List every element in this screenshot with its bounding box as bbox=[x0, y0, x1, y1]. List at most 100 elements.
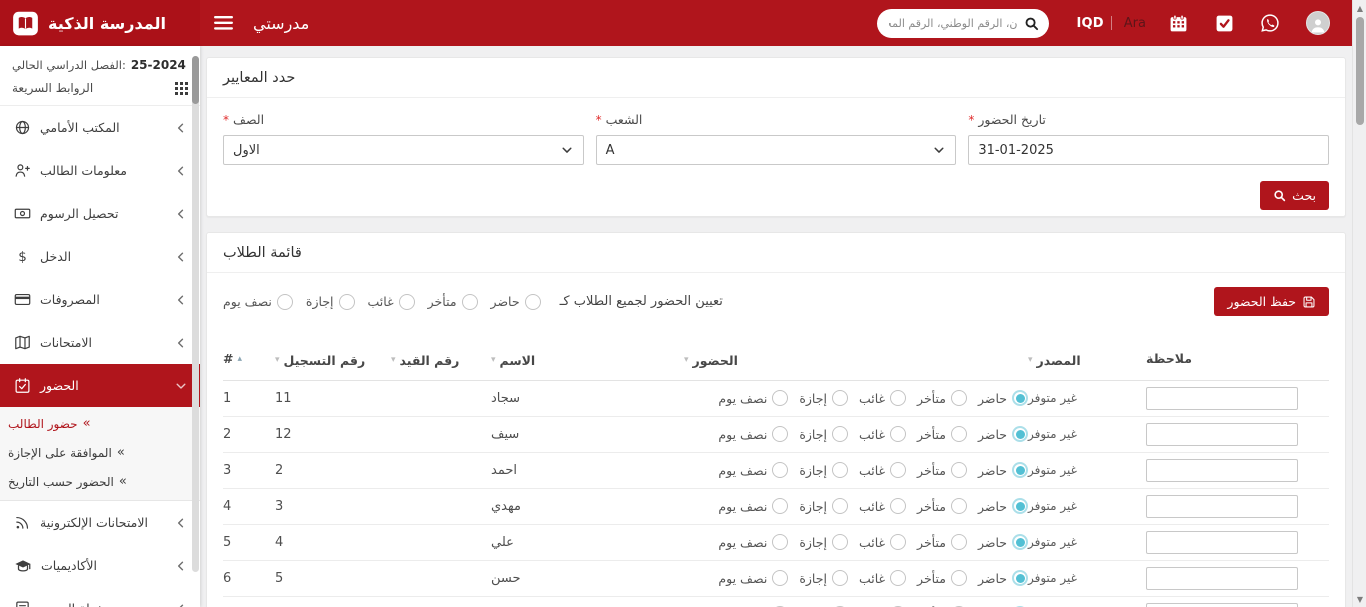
row5-option-present[interactable]: حاضر bbox=[978, 534, 1028, 550]
radio-absent[interactable] bbox=[890, 426, 906, 442]
radio-half_day[interactable] bbox=[772, 426, 788, 442]
brand-logo[interactable]: المدرسة الذكية bbox=[0, 0, 200, 46]
row5-option-half_day[interactable]: نصف يوم bbox=[718, 534, 788, 550]
sidebar-item-0[interactable]: المكتب الأمامي bbox=[0, 106, 200, 149]
row2-option-late[interactable]: متأخر bbox=[917, 426, 967, 442]
radio-leave[interactable] bbox=[832, 462, 848, 478]
sidebar-item-6[interactable]: الحضور bbox=[0, 364, 200, 407]
sidebar-subitem-2[interactable]: الحضور حسب التاريخ« bbox=[0, 467, 200, 496]
save-attendance-button[interactable]: حفظ الحضور bbox=[1214, 287, 1329, 316]
radio-present-checked[interactable] bbox=[1012, 390, 1028, 406]
class-select[interactable]: الاول bbox=[223, 135, 584, 165]
radio-present-checked[interactable] bbox=[1012, 534, 1028, 550]
sidebar-item-2[interactable]: تحصيل الرسوم bbox=[0, 192, 200, 235]
row3-option-half_day[interactable]: نصف يوم bbox=[718, 462, 788, 478]
row3-option-absent[interactable]: غائب bbox=[859, 462, 906, 478]
note-input[interactable] bbox=[1146, 603, 1298, 607]
note-input[interactable] bbox=[1146, 423, 1298, 446]
column-header-5[interactable]: ▾المصدر bbox=[1028, 344, 1146, 380]
radio-absent[interactable] bbox=[890, 498, 906, 514]
global-search-input[interactable] bbox=[889, 17, 1018, 30]
sidebar-item-1[interactable]: معلومات الطالب bbox=[0, 149, 200, 192]
quick-links-toggle[interactable]: الروابط السريعة bbox=[12, 81, 188, 95]
note-input[interactable] bbox=[1146, 495, 1298, 518]
assign-all-option-late[interactable]: متأخر bbox=[428, 294, 478, 310]
row4-option-leave[interactable]: إجازة bbox=[799, 498, 848, 514]
row3-option-late[interactable]: متأخر bbox=[917, 462, 967, 478]
radio-absent[interactable] bbox=[890, 390, 906, 406]
row2-option-leave[interactable]: إجازة bbox=[799, 426, 848, 442]
column-header-0[interactable]: #▴ bbox=[223, 344, 275, 380]
scrollbar-thumb[interactable] bbox=[1356, 17, 1364, 125]
sidebar-item-5[interactable]: الامتحانات bbox=[0, 321, 200, 364]
currency-selector[interactable]: IQD bbox=[1077, 16, 1104, 31]
scroll-up-arrow[interactable]: ▲ bbox=[1353, 1, 1366, 15]
radio-absent[interactable] bbox=[890, 534, 906, 550]
sidebar-scrollbar-thumb[interactable] bbox=[192, 56, 199, 104]
radio-late[interactable] bbox=[951, 498, 967, 514]
radio-leave[interactable] bbox=[832, 570, 848, 586]
radio-absent[interactable] bbox=[890, 462, 906, 478]
row5-option-late[interactable]: متأخر bbox=[917, 534, 967, 550]
attendance_date-input[interactable]: 31-01-2025 bbox=[968, 135, 1329, 165]
row6-option-present[interactable]: حاضر bbox=[978, 570, 1028, 586]
radio-late[interactable] bbox=[951, 570, 967, 586]
radio-present-checked[interactable] bbox=[1012, 426, 1028, 442]
column-header-4[interactable]: ▾الحضور bbox=[684, 344, 1028, 380]
row3-option-leave[interactable]: إجازة bbox=[799, 462, 848, 478]
row5-option-absent[interactable]: غائب bbox=[859, 534, 906, 550]
sidebar-item-9[interactable]: خطة الدرس bbox=[0, 587, 200, 607]
radio-half_day[interactable] bbox=[772, 462, 788, 478]
row2-option-absent[interactable]: غائب bbox=[859, 426, 906, 442]
assign-all-option-half_day[interactable]: نصف يوم bbox=[223, 294, 293, 310]
assign-all-option-leave[interactable]: إجازة bbox=[306, 294, 355, 310]
row1-option-absent[interactable]: غائب bbox=[859, 390, 906, 406]
radio-absent[interactable] bbox=[890, 570, 906, 586]
column-header-1[interactable]: ▾رقم التسجيل bbox=[275, 344, 391, 380]
row6-option-late[interactable]: متأخر bbox=[917, 570, 967, 586]
language-selector[interactable]: Ara bbox=[1124, 16, 1146, 31]
sidebar-item-8[interactable]: الأكاديميات bbox=[0, 544, 200, 587]
radio-half_day[interactable] bbox=[277, 294, 293, 310]
radio-half_day[interactable] bbox=[772, 390, 788, 406]
row3-option-present[interactable]: حاضر bbox=[978, 462, 1028, 478]
row1-option-half_day[interactable]: نصف يوم bbox=[718, 390, 788, 406]
row6-option-half_day[interactable]: نصف يوم bbox=[718, 570, 788, 586]
note-input[interactable] bbox=[1146, 531, 1298, 554]
sidebar-item-7[interactable]: الامتحانات الإلكترونية bbox=[0, 501, 200, 544]
assign-all-option-present[interactable]: حاضر bbox=[491, 294, 541, 310]
row6-option-leave[interactable]: إجازة bbox=[799, 570, 848, 586]
row4-option-late[interactable]: متأخر bbox=[917, 498, 967, 514]
search-icon[interactable] bbox=[1024, 16, 1039, 31]
whatsapp-icon[interactable] bbox=[1260, 13, 1280, 33]
hamburger-menu-icon[interactable] bbox=[213, 16, 233, 30]
radio-present-checked[interactable] bbox=[1012, 570, 1028, 586]
radio-half_day[interactable] bbox=[772, 570, 788, 586]
column-header-2[interactable]: ▾رقم القيد bbox=[391, 344, 491, 380]
assign-all-option-absent[interactable]: غائب bbox=[368, 294, 415, 310]
window-scrollbar[interactable]: ▲ ▼ bbox=[1352, 0, 1366, 607]
row2-option-half_day[interactable]: نصف يوم bbox=[718, 426, 788, 442]
row2-option-present[interactable]: حاضر bbox=[978, 426, 1028, 442]
radio-leave[interactable] bbox=[832, 498, 848, 514]
radio-half_day[interactable] bbox=[772, 498, 788, 514]
radio-late[interactable] bbox=[951, 534, 967, 550]
note-input[interactable] bbox=[1146, 567, 1298, 590]
global-search[interactable] bbox=[877, 9, 1049, 38]
radio-leave[interactable] bbox=[832, 534, 848, 550]
note-input[interactable] bbox=[1146, 459, 1298, 482]
sidebar-item-4[interactable]: المصروفات bbox=[0, 278, 200, 321]
sidebar-subitem-0[interactable]: حضور الطالب« bbox=[0, 409, 200, 438]
sections-select[interactable]: A bbox=[596, 135, 957, 165]
radio-half_day[interactable] bbox=[772, 534, 788, 550]
radio-present-checked[interactable] bbox=[1012, 462, 1028, 478]
row1-option-present[interactable]: حاضر bbox=[978, 390, 1028, 406]
user-avatar[interactable] bbox=[1306, 11, 1330, 35]
row6-option-absent[interactable]: غائب bbox=[859, 570, 906, 586]
radio-late[interactable] bbox=[462, 294, 478, 310]
radio-late[interactable] bbox=[951, 462, 967, 478]
radio-absent[interactable] bbox=[399, 294, 415, 310]
radio-leave[interactable] bbox=[832, 426, 848, 442]
tasks-check-icon[interactable] bbox=[1214, 13, 1234, 33]
row1-option-late[interactable]: متأخر bbox=[917, 390, 967, 406]
